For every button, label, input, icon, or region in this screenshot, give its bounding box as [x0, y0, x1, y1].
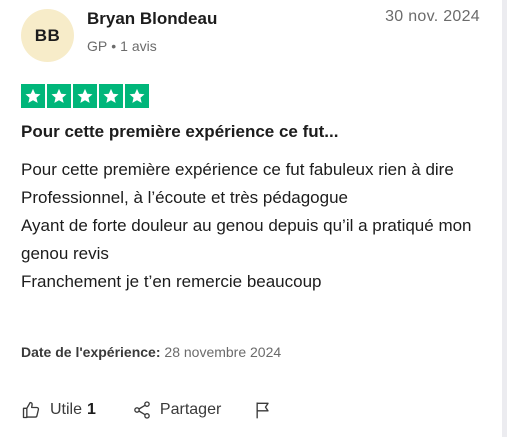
star-icon: [73, 84, 97, 108]
experience-date-value: 28 novembre 2024: [164, 344, 282, 360]
useful-label: Utile: [50, 401, 83, 418]
thumbs-up-icon: [21, 400, 41, 420]
reviewer-name[interactable]: Bryan Blondeau: [87, 9, 217, 29]
review-card: BB Bryan Blondeau GP • 1 avis 30 nov. 20…: [0, 0, 500, 437]
share-button[interactable]: Partager: [132, 400, 221, 420]
star-rating: [21, 84, 149, 108]
reviewer-country: GP: [87, 38, 108, 54]
share-label: Partager: [159, 401, 222, 418]
meta-separator: •: [111, 38, 117, 54]
review-body-line: Franchement je t’en remercie beaucoup: [21, 272, 322, 291]
review-body-line: Pour cette première expérience ce fut fa…: [21, 160, 454, 179]
experience-date: Date de l'expérience: 28 novembre 2024: [21, 344, 281, 360]
scrollbar-track[interactable]: [502, 0, 507, 437]
review-body: Pour cette première expérience ce fut fa…: [21, 156, 481, 296]
star-icon: [99, 84, 123, 108]
review-body-line: Professionnel, à l’écoute et très pédago…: [21, 188, 349, 207]
review-actions: Utile 1 Partager: [21, 398, 273, 422]
useful-button[interactable]: Utile 1: [21, 400, 96, 420]
experience-date-label: Date de l'expérience:: [21, 344, 161, 360]
star-icon: [21, 84, 45, 108]
flag-icon: [253, 400, 273, 420]
star-icon: [125, 84, 149, 108]
reviewer-meta: GP • 1 avis: [87, 38, 157, 54]
review-body-line: Ayant de forte douleur au genou depuis q…: [21, 216, 472, 263]
avatar[interactable]: BB: [21, 9, 74, 62]
useful-count: 1: [87, 401, 96, 418]
share-icon: [132, 400, 152, 420]
review-title[interactable]: Pour cette première expérience ce fut...: [21, 122, 338, 142]
review-date: 30 nov. 2024: [385, 8, 480, 25]
star-icon: [47, 84, 71, 108]
avatar-initials: BB: [34, 25, 61, 45]
report-button[interactable]: [253, 400, 273, 420]
reviewer-review-count: 1 avis: [120, 38, 157, 54]
